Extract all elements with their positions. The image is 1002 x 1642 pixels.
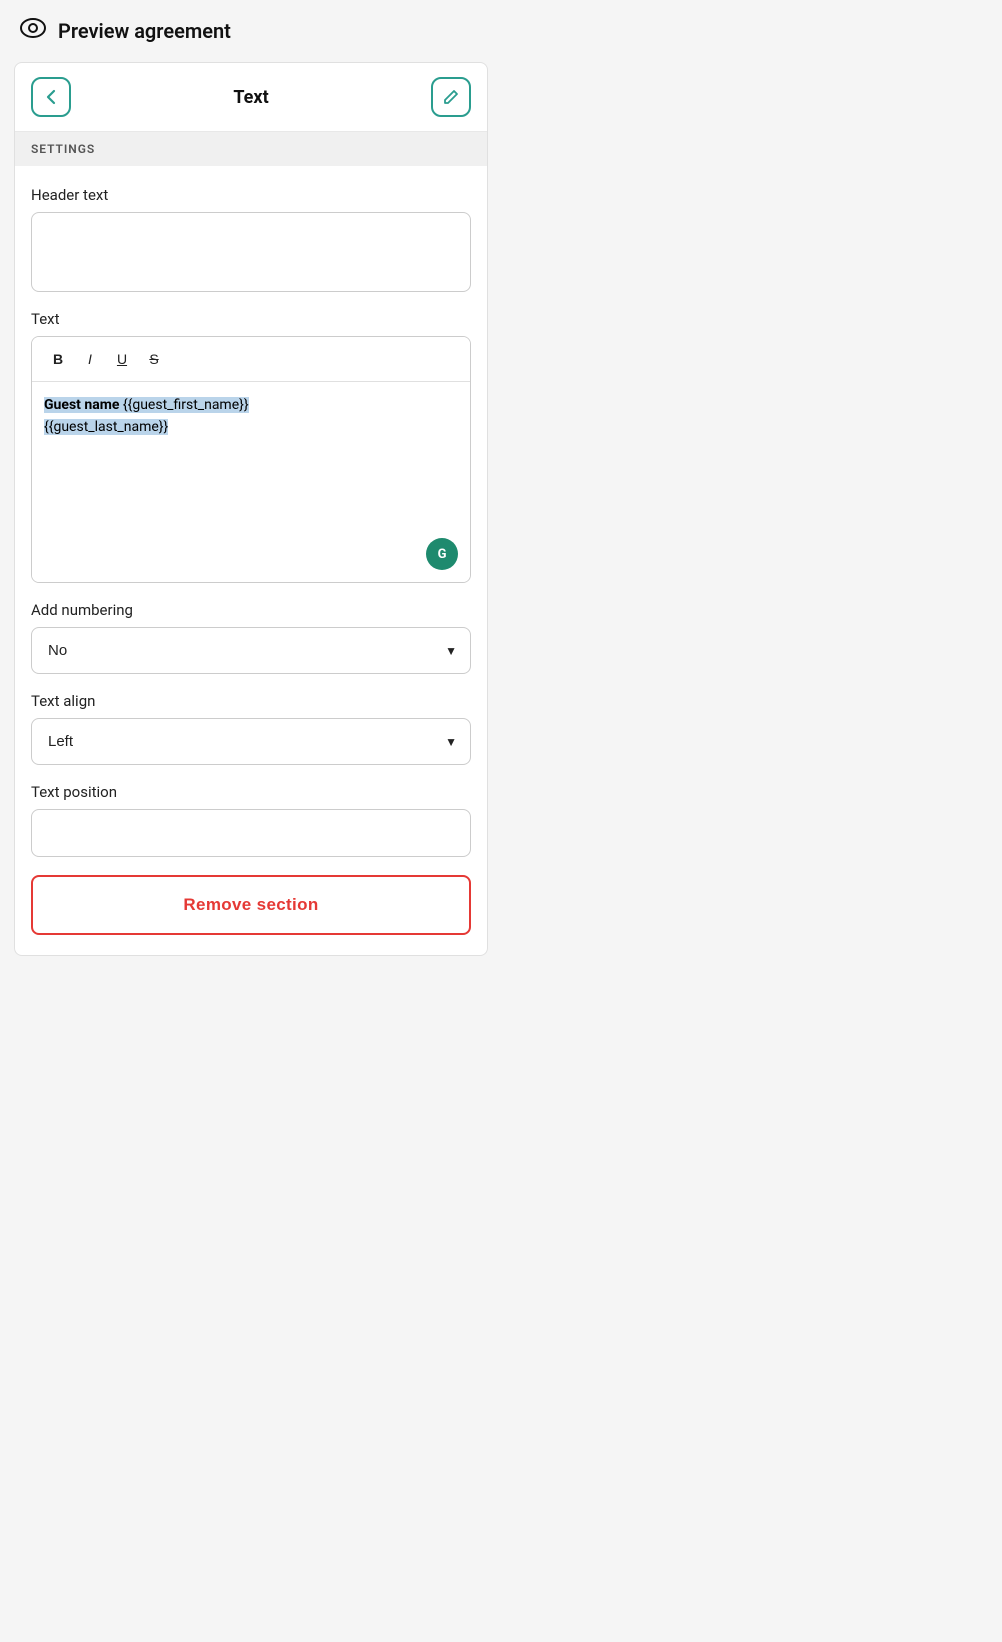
eye-icon	[20, 18, 46, 44]
header-text-group: Header text	[31, 186, 471, 292]
text-label: Text	[31, 310, 471, 328]
text-line-2: {{guest_last_name}}	[44, 416, 458, 438]
add-numbering-group: Add numbering No Yes ▼	[31, 601, 471, 674]
rich-text-editor: B I U S Guest name {{guest_first_name}} …	[31, 336, 471, 583]
underline-button[interactable]: U	[108, 345, 136, 373]
back-button[interactable]	[31, 77, 71, 117]
rich-text-content[interactable]: Guest name {{guest_first_name}} {{guest_…	[32, 382, 470, 582]
text-position-group: Text position	[31, 783, 471, 857]
grammarly-icon: G	[426, 538, 458, 570]
text-group: Text B I U S Guest name {{guest_first_na…	[31, 310, 471, 583]
text-position-input[interactable]	[31, 809, 471, 857]
text-position-label: Text position	[31, 783, 471, 801]
header-text-input[interactable]	[31, 212, 471, 292]
selected-text: Guest name {{guest_first_name}}	[44, 397, 249, 413]
text-line-1: Guest name {{guest_first_name}}	[44, 394, 458, 416]
bold-button[interactable]: B	[44, 345, 72, 373]
settings-bar: SETTINGS	[15, 132, 487, 166]
panel-header: Text	[15, 63, 487, 132]
text-align-select-wrapper: Left Center Right ▼	[31, 718, 471, 765]
panel-title: Text	[233, 87, 268, 108]
text-align-group: Text align Left Center Right ▼	[31, 692, 471, 765]
add-numbering-select-wrapper: No Yes ▼	[31, 627, 471, 674]
rich-text-toolbar: B I U S	[32, 337, 470, 382]
top-bar: Preview agreement	[0, 0, 502, 62]
italic-button[interactable]: I	[76, 345, 104, 373]
panel-body: Header text Text B I U S Guest name {{gu…	[15, 166, 487, 955]
settings-panel: Text SETTINGS Header text Text B I U	[14, 62, 488, 956]
add-numbering-select[interactable]: No Yes	[31, 627, 471, 674]
edit-button[interactable]	[431, 77, 471, 117]
add-numbering-label: Add numbering	[31, 601, 471, 619]
remove-section-button[interactable]: Remove section	[31, 875, 471, 935]
page-title: Preview agreement	[58, 19, 231, 43]
selected-text-2: {{guest_last_name}}	[44, 419, 168, 435]
text-align-select[interactable]: Left Center Right	[31, 718, 471, 765]
text-align-label: Text align	[31, 692, 471, 710]
header-text-label: Header text	[31, 186, 471, 204]
strikethrough-button[interactable]: S	[140, 345, 168, 373]
